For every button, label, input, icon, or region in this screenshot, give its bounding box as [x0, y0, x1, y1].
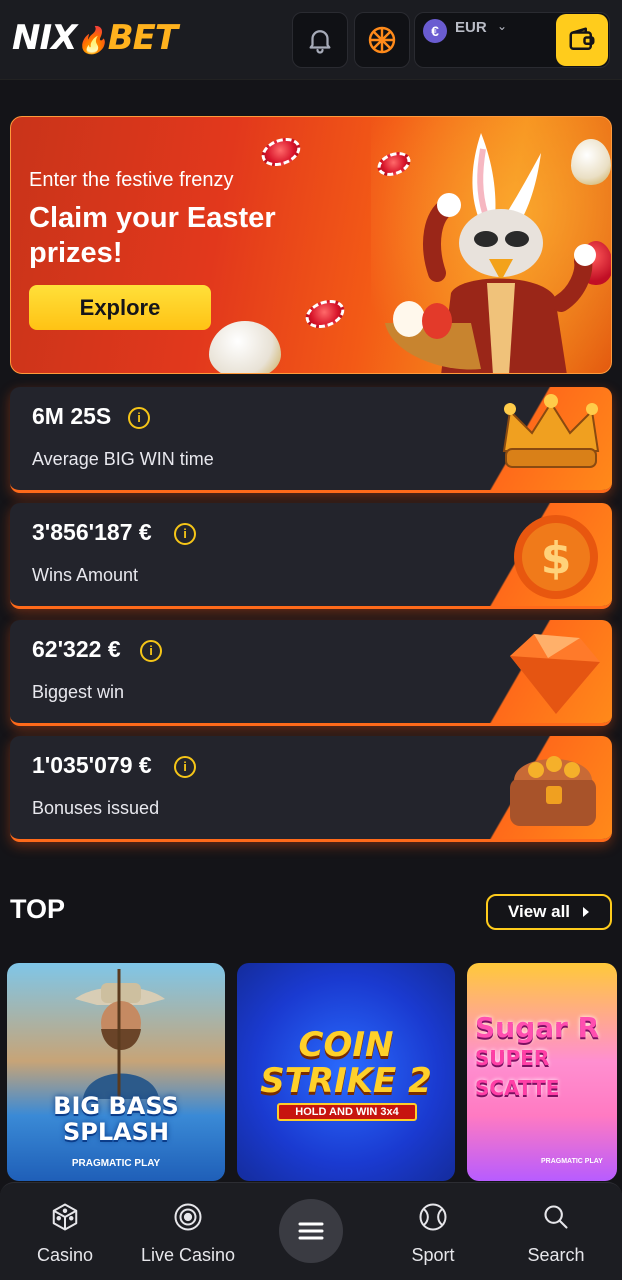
- game-title: BIG BASS SPLASH: [7, 1093, 225, 1145]
- stat-card-wins-amount: $ 3'856'187 € i Wins Amount: [10, 503, 612, 609]
- caret-right-icon: [583, 907, 590, 917]
- menu-icon: [298, 1222, 324, 1240]
- info-icon[interactable]: i: [140, 640, 162, 662]
- nav-sport[interactable]: Sport: [378, 1201, 488, 1266]
- explore-button[interactable]: Explore: [29, 285, 211, 330]
- banner-subtitle: Enter the festive frenzy: [29, 169, 234, 191]
- nav-live-casino[interactable]: Live Casino: [133, 1201, 243, 1266]
- game-tile-big-bass-splash[interactable]: BIG BASS SPLASH PRAGMATIC PLAY: [7, 963, 225, 1181]
- roulette-chip-icon: [174, 1203, 202, 1231]
- info-icon[interactable]: i: [128, 407, 150, 429]
- logo-text-bet: BET: [107, 18, 178, 58]
- chevron-down-icon[interactable]: ⌄: [497, 19, 507, 33]
- nav-casino[interactable]: Casino: [10, 1201, 120, 1266]
- gem-icon: [510, 634, 600, 714]
- nav-label: Sport: [411, 1245, 455, 1265]
- casino-chip-image: [301, 294, 349, 334]
- casino-chip-image: [257, 132, 305, 172]
- promo-banner[interactable]: Enter the festive frenzy Claim your East…: [10, 116, 612, 374]
- dollar-coin-icon: $: [514, 515, 598, 599]
- stat-card-biggest-win: 62'322 € i Biggest win: [10, 620, 612, 726]
- nav-label: Search: [527, 1245, 585, 1265]
- bunny-mascot-image: [385, 133, 596, 373]
- tennis-ball-icon: [419, 1203, 447, 1231]
- game-title-line: Sugar R: [475, 1011, 600, 1044]
- header: NIX🔥BET € EUR ⌄: [0, 0, 622, 80]
- easter-egg-image: [209, 321, 281, 373]
- game-title-line: STRIKE 2: [260, 1061, 432, 1101]
- stat-card-big-win-time: 6M 25S i Average BIG WIN time: [10, 387, 612, 493]
- stat-card-bonuses-issued: 1'035'079 € i Bonuses issued: [10, 736, 612, 842]
- stat-value: 62'322 €: [32, 636, 121, 662]
- stat-value: 3'856'187 €: [32, 519, 152, 545]
- flame-icon: 🔥: [76, 26, 108, 56]
- stat-label: Biggest win: [32, 682, 125, 702]
- nav-label: Casino: [36, 1245, 94, 1265]
- svg-text:$: $: [541, 533, 572, 584]
- nav-search[interactable]: Search: [501, 1201, 611, 1266]
- stat-label: Wins Amount: [32, 565, 139, 585]
- game-title-line: SPLASH: [62, 1118, 170, 1146]
- currency-label: EUR: [455, 19, 487, 36]
- game-provider: PRAGMATIC PLAY: [71, 1158, 161, 1169]
- dice-icon: [52, 1203, 78, 1231]
- nav-label: Live Casino: [140, 1245, 236, 1265]
- wallet-button[interactable]: [556, 14, 608, 66]
- game-title-line: BIG BASS: [53, 1092, 179, 1120]
- view-all-label: View all: [507, 902, 571, 921]
- search-icon: [544, 1205, 568, 1229]
- stat-value: 6M 25S: [32, 403, 112, 429]
- info-icon[interactable]: i: [174, 523, 196, 545]
- game-tile-sugar-rush[interactable]: Sugar R SUPER SCATTE PRAGMATIC PLAY: [467, 963, 617, 1181]
- stat-label: Bonuses issued: [32, 798, 160, 818]
- game-title-line: SUPER SCATTE: [475, 1046, 560, 1100]
- stat-label: Average BIG WIN time: [32, 449, 214, 469]
- wallet-icon: [569, 27, 595, 50]
- info-icon[interactable]: i: [174, 756, 196, 778]
- bottom-navigation: Casino Live Casino Sport Search: [0, 1182, 622, 1280]
- euro-icon: €: [423, 19, 447, 43]
- game-title-line: COIN: [298, 1025, 394, 1065]
- notifications-button[interactable]: [292, 12, 348, 68]
- banner-title: Claim your Easter prizes!: [29, 202, 276, 269]
- stat-value: 1'035'079 €: [32, 752, 152, 778]
- treasure-chest-icon: [510, 756, 596, 826]
- bell-icon: [309, 30, 331, 54]
- crown-icon: [502, 394, 600, 468]
- logo-text-nix: NIX: [12, 18, 77, 58]
- fortune-wheel-button[interactable]: [354, 12, 410, 68]
- game-title: COIN STRIKE 2: [237, 1027, 455, 1099]
- game-tile-coin-strike-2[interactable]: COIN STRIKE 2 HOLD AND WIN 3x4: [237, 963, 455, 1181]
- fisherman-image: [75, 969, 165, 1099]
- fortune-wheel-icon: [368, 26, 396, 54]
- view-all-button[interactable]: View all: [486, 894, 612, 930]
- nixbet-logo[interactable]: NIX🔥BET: [12, 18, 178, 58]
- game-title: Sugar R SUPER SCATTE: [475, 1013, 617, 1103]
- game-provider: PRAGMATIC PLAY: [541, 1158, 603, 1165]
- game-subtitle: HOLD AND WIN 3x4: [277, 1103, 417, 1121]
- menu-button[interactable]: [279, 1199, 343, 1263]
- section-title-top: TOP: [10, 894, 66, 924]
